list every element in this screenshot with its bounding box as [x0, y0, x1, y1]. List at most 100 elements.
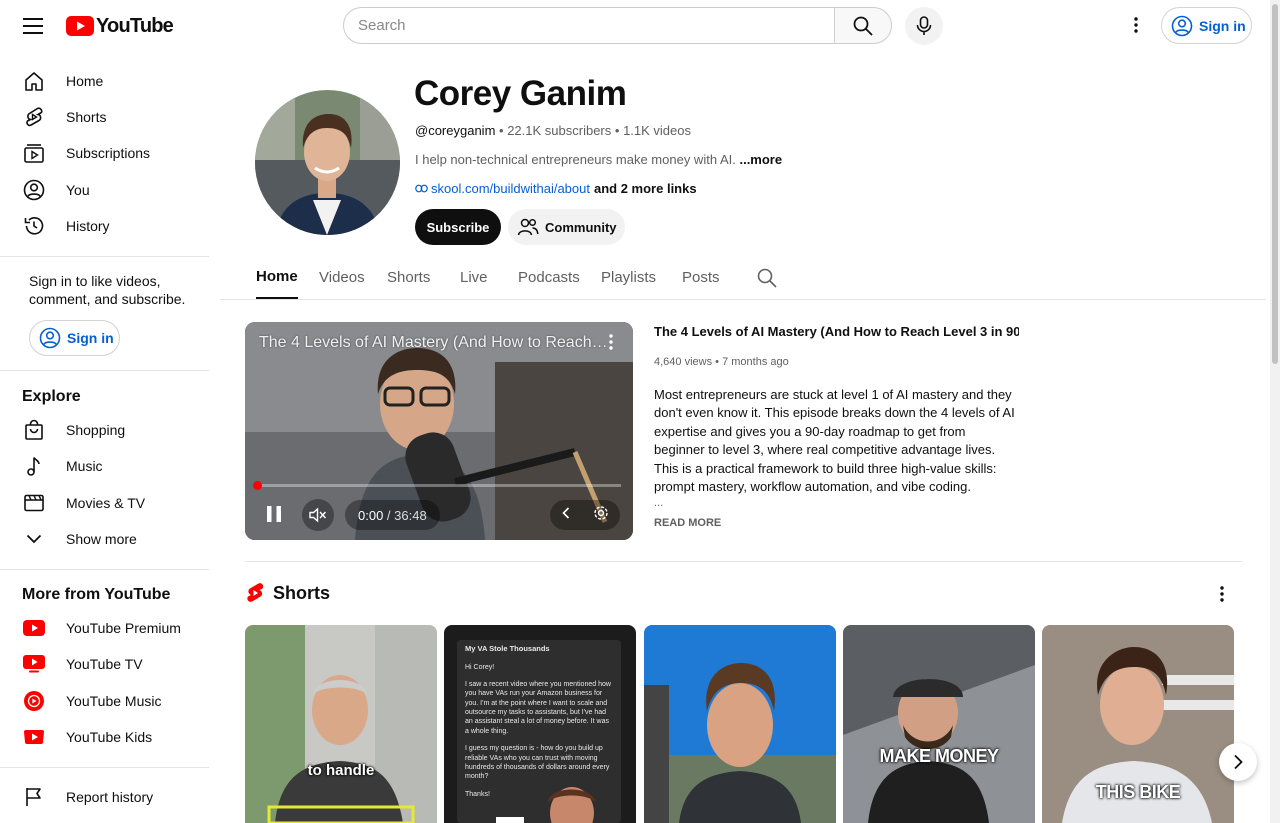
shorts-shelf-title: Shorts [273, 582, 331, 603]
short-thumbnail[interactable]: My VA Stole Thousands Hi Corey! I saw a … [444, 625, 636, 823]
search-input[interactable] [343, 7, 834, 44]
short-overlay-image [496, 787, 596, 823]
page-scrollbar[interactable] [1270, 0, 1280, 823]
link-icon [415, 184, 428, 193]
sidebar-item-history[interactable]: History [12, 206, 210, 246]
logo-text: YouTube [96, 14, 174, 37]
home-icon [22, 69, 46, 93]
scrollbar-thumb[interactable] [1272, 4, 1278, 364]
sidebar-item-label: YouTube Kids [66, 729, 153, 745]
tab-videos[interactable]: Videos [319, 256, 365, 299]
sidebar-item-you[interactable]: You [12, 170, 210, 210]
channel-tabs: Home Videos Shorts Live Podcasts Playlis… [220, 256, 1266, 300]
sidebar-item-report-history[interactable]: Report history [12, 777, 210, 817]
sidebar-item-label: Shopping [66, 422, 126, 438]
channel-meta: @coreyganim • 22.1K subscribers • 1.1K v… [415, 123, 691, 138]
volume-muted-icon [309, 507, 327, 523]
youtube-tv-icon [22, 652, 46, 676]
video-count: 1.1K videos [623, 123, 691, 138]
separator-dot: • [499, 123, 508, 138]
sidebar-divider [0, 569, 209, 570]
short-thumbnail[interactable]: THIS BIKE [1042, 625, 1234, 823]
you-icon [22, 178, 46, 202]
more-vert-icon [1134, 17, 1138, 33]
sidebar-item-subscriptions[interactable]: Subscriptions [12, 133, 210, 173]
community-icon [517, 218, 539, 236]
channel-avatar[interactable] [255, 90, 400, 235]
sidebar-divider [0, 767, 209, 768]
microphone-icon [916, 16, 932, 35]
sidebar-item-music[interactable]: Music [12, 446, 210, 486]
tab-live[interactable]: Live [460, 256, 488, 299]
sidebar-item-label: Music [66, 458, 103, 474]
description-more-link[interactable]: ...more [739, 152, 782, 167]
sign-in-button[interactable]: Sign in [1161, 7, 1252, 44]
explore-title: Explore [22, 388, 81, 405]
sidebar-item-home[interactable]: Home [12, 61, 210, 101]
sidebar-item-youtube-tv[interactable]: YouTube TV [12, 644, 210, 684]
shorts-more-icon[interactable] [1210, 582, 1234, 606]
time-separator: / [383, 507, 395, 523]
short-caption: THIS BIKE [1095, 782, 1181, 802]
featured-video-description: Most entrepreneurs are stuck at level 1 … [654, 387, 1015, 495]
progress-scrubber[interactable] [253, 481, 262, 490]
chevron-left-icon[interactable] [561, 506, 570, 524]
short-caption: to handle [307, 762, 375, 779]
sidebar-item-shopping[interactable]: Shopping [12, 410, 210, 450]
sign-in-label: Sign in [1199, 17, 1246, 34]
section-divider [245, 561, 1242, 562]
player-more-icon[interactable] [609, 334, 613, 355]
progress-bar[interactable] [253, 481, 621, 490]
short-image [843, 625, 1035, 823]
youtube-music-icon [22, 689, 46, 713]
subscribe-button[interactable]: Subscribe [415, 209, 501, 245]
sidebar-item-youtube-premium[interactable]: YouTube Premium [12, 608, 210, 648]
sidebar-item-label: YouTube Music [66, 693, 162, 709]
time-display: 0:00 / 36:48 [345, 500, 440, 530]
more-links[interactable]: and 2 more links [594, 181, 697, 196]
channel-link[interactable]: skool.com/buildwithai/about [431, 181, 590, 196]
sidebar: Home Shorts Subscriptions You History Si… [0, 56, 220, 823]
menu-icon[interactable] [15, 8, 51, 44]
video-player[interactable]: The 4 Levels of AI Mastery (And How to R… [245, 322, 633, 540]
youtube-logo[interactable]: YouTube [66, 14, 174, 38]
settings-gear-icon[interactable] [593, 505, 609, 526]
community-label: Community [545, 219, 617, 235]
featured-video-meta: 4,640 views • 7 months ago [654, 356, 789, 368]
short-thumbnail[interactable] [644, 625, 836, 823]
community-button[interactable]: Community [508, 209, 625, 245]
youtube-logo-icon [66, 16, 94, 36]
tab-playlists[interactable]: Playlists [601, 256, 656, 299]
sidebar-item-youtube-kids[interactable]: YouTube Kids [12, 717, 210, 757]
current-time: 0:00 [358, 507, 384, 523]
tab-podcasts[interactable]: Podcasts [518, 256, 580, 299]
sidebar-item-shorts[interactable]: Shorts [12, 97, 210, 137]
tab-home[interactable]: Home [256, 256, 298, 299]
pause-button[interactable] [259, 499, 289, 529]
mute-button[interactable] [302, 499, 334, 531]
search-button[interactable] [834, 7, 892, 44]
voice-search-button[interactable] [905, 7, 943, 45]
sidebar-item-label: Home [66, 73, 104, 89]
chevron-right-icon [1234, 754, 1243, 770]
youtube-kids-icon [22, 725, 46, 749]
sidebar-item-label: Shorts [66, 109, 107, 125]
short-thumbnail[interactable]: to handle [245, 625, 437, 823]
sidebar-sign-in-button[interactable]: Sign in [29, 320, 120, 356]
tab-shorts[interactable]: Shorts [387, 256, 430, 299]
description-text: I help non-technical entrepreneurs make … [415, 152, 736, 167]
featured-video-title[interactable]: The 4 Levels of AI Mastery (And How to R… [654, 324, 1019, 339]
sign-in-message: Sign in to like videos, comment, and sub… [29, 273, 186, 307]
settings-menu-button[interactable] [1121, 10, 1151, 40]
subscriptions-icon [22, 141, 46, 165]
tab-search-icon[interactable] [755, 266, 779, 290]
read-more-link[interactable]: READ MORE [654, 517, 721, 529]
sidebar-item-youtube-music[interactable]: YouTube Music [12, 681, 210, 721]
channel-description[interactable]: I help non-technical entrepreneurs make … [415, 152, 782, 167]
sidebar-divider [0, 256, 209, 257]
tab-posts[interactable]: Posts [682, 256, 720, 299]
short-thumbnail[interactable]: MAKE MONEY [843, 625, 1035, 823]
shorts-next-button[interactable] [1219, 743, 1257, 781]
sidebar-item-movies[interactable]: Movies & TV [12, 483, 210, 523]
sidebar-item-show-more[interactable]: Show more [12, 519, 210, 559]
